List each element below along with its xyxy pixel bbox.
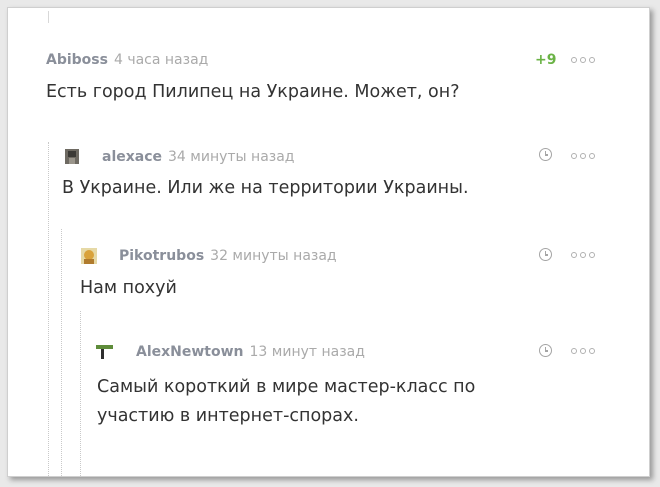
comment-meta: Abiboss 4 часа назад <box>46 52 208 68</box>
avatar-icon[interactable] <box>96 344 113 359</box>
comment-author[interactable]: Abiboss <box>46 52 108 68</box>
comment-text: В Украине. Или же на территории Украины. <box>62 178 469 198</box>
clock-icon[interactable] <box>539 148 552 161</box>
comment-time[interactable]: 13 минут назад <box>250 344 365 360</box>
comment-rating: +9 <box>535 52 557 68</box>
comment-text-line-2: участию в интернет-спорах. <box>97 406 359 426</box>
comment-meta: Pikotrubos 32 минуты назад <box>119 248 337 264</box>
comment-time[interactable]: 4 часа назад <box>114 52 208 68</box>
comment-text: Есть город Пилипец на Украине. Может, он… <box>46 82 460 102</box>
clock-icon[interactable] <box>539 248 552 261</box>
top-divider <box>48 11 49 23</box>
comment-meta: alexace 34 минуты назад <box>102 149 294 165</box>
comment-meta: AlexNewtown 13 минут назад <box>136 344 365 360</box>
comment-time[interactable]: 34 минуты назад <box>168 149 294 165</box>
comment-text-line-1: Самый короткий в мире мастер-класс по <box>97 377 476 397</box>
thread-line-level-1 <box>48 142 49 476</box>
thread-line-level-2 <box>61 229 62 476</box>
more-dots-icon[interactable] <box>571 348 595 354</box>
more-dots-icon[interactable] <box>571 57 595 63</box>
comments-card: Abiboss 4 часа назад +9 Есть город Пилипе… <box>7 7 650 477</box>
clock-icon[interactable] <box>539 344 552 357</box>
comment-author[interactable]: AlexNewtown <box>136 344 244 360</box>
comment-time[interactable]: 32 минуты назад <box>210 248 336 264</box>
more-dots-icon[interactable] <box>571 252 595 258</box>
thread-line-level-3 <box>80 311 81 476</box>
comment-author[interactable]: alexace <box>102 149 162 165</box>
avatar-icon[interactable] <box>65 149 79 164</box>
comment-text: Нам похуй <box>80 278 177 298</box>
avatar-icon[interactable] <box>81 248 97 264</box>
more-dots-icon[interactable] <box>571 153 595 159</box>
comment-author[interactable]: Pikotrubos <box>119 248 204 264</box>
